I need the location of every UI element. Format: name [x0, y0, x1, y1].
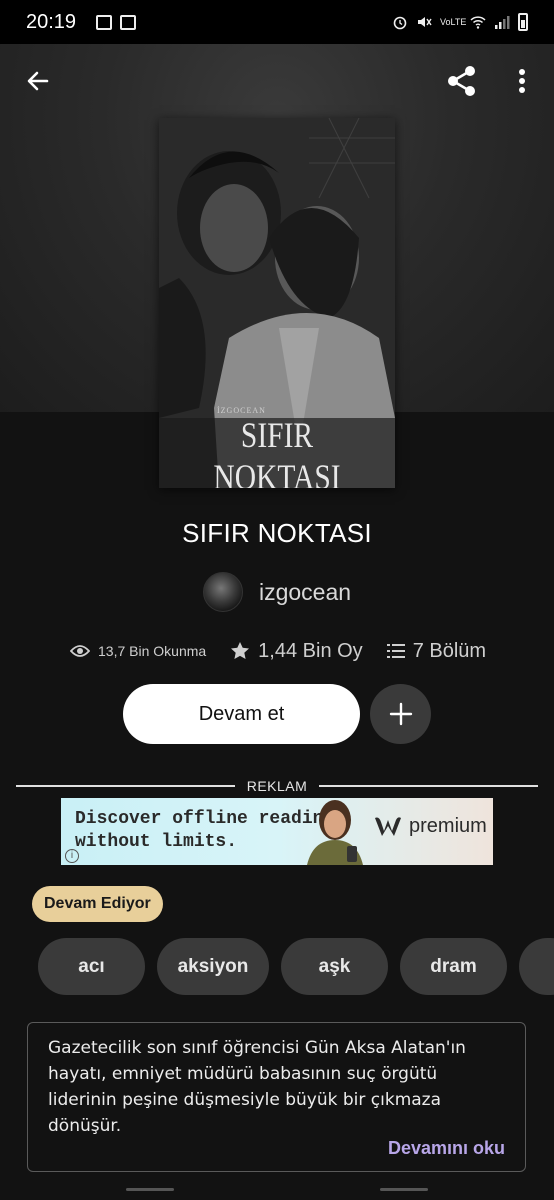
status-time: 20:19	[26, 10, 77, 33]
eye-icon	[70, 645, 90, 657]
status-bar: 20:19 VoLTE	[0, 0, 554, 44]
reads-stat: 13,7 Bin Okunma	[70, 643, 206, 659]
share-button[interactable]	[444, 63, 480, 99]
parts-stat[interactable]: 7 Bölüm	[386, 640, 486, 663]
volte-label: VoLTE	[440, 16, 467, 27]
notification-icon	[120, 14, 137, 30]
description-box: Gazetecilik son sınıf öğrencisi Gün Aksa…	[27, 1022, 526, 1172]
arrow-left-icon	[27, 71, 49, 91]
share-icon	[448, 66, 475, 96]
mute-icon	[418, 17, 432, 27]
divider-line-left	[16, 785, 235, 787]
author-name[interactable]: izgocean	[259, 579, 351, 606]
ad-banner[interactable]: Discover offline reading without limits.…	[61, 798, 493, 865]
reads-count: 13,7 Bin Okunma	[98, 643, 207, 659]
read-more-link[interactable]: Devamını oku	[388, 1138, 505, 1159]
wifi-icon	[470, 16, 486, 29]
list-icon	[386, 644, 405, 658]
tags-row: acı aksiyon aşk dram	[38, 938, 554, 996]
signal-icon	[495, 16, 510, 29]
author-row[interactable]: izgocean	[0, 572, 554, 612]
ad-brand-logo: premium	[373, 814, 487, 838]
stats-row: 13,7 Bin Okunma 1,44 Bin Oy 7 Bölüm	[70, 636, 486, 666]
ad-info-icon[interactable]: i	[65, 849, 79, 863]
star-icon	[231, 642, 250, 659]
tag-chip[interactable]: acı	[38, 938, 145, 995]
ad-person-image	[307, 800, 363, 865]
alarm-icon	[393, 16, 407, 30]
cover-title-text: SIFIR NOKTASI	[213, 415, 341, 488]
tag-chip[interactable]: dram	[400, 938, 507, 995]
votes-stat: 1,44 Bin Oy	[230, 640, 363, 663]
ad-text: Discover offline reading without limits.	[75, 808, 334, 854]
battery-icon	[518, 13, 528, 31]
gallery-icon	[96, 14, 113, 30]
ad-line-1: Discover offline reading	[75, 809, 335, 829]
book-title: SIFIR NOKTASI	[182, 518, 372, 548]
peek-bar-right	[380, 1188, 428, 1191]
ad-brand-text: premium	[409, 814, 487, 837]
tag-chip[interactable]: aksiyon	[157, 938, 269, 995]
tag-chip[interactable]: aşk	[281, 938, 388, 995]
status-badge: Devam Ediyor	[32, 886, 163, 922]
status-icons: VoLTE	[392, 13, 528, 31]
back-button[interactable]	[22, 65, 54, 97]
peek-bar-left	[126, 1188, 174, 1191]
ad-label: REKLAM	[246, 778, 308, 794]
divider-line-right	[319, 785, 539, 787]
more-options-button[interactable]	[512, 63, 532, 99]
ad-divider: REKLAM	[16, 776, 539, 796]
plus-icon	[389, 702, 412, 726]
bottom-peek	[0, 1184, 554, 1200]
wattpad-w-icon	[375, 817, 401, 836]
continue-reading-button[interactable]: Devam et	[123, 684, 360, 744]
ad-line-2: without limits.	[75, 832, 238, 852]
tag-chip-partial[interactable]	[519, 938, 554, 995]
top-bar	[0, 58, 554, 104]
description-text: Gazetecilik son sınıf öğrencisi Gün Aksa…	[48, 1038, 466, 1136]
more-vert-icon	[519, 69, 525, 93]
parts-count[interactable]: 7 Bölüm	[413, 640, 486, 663]
add-to-library-button[interactable]	[370, 684, 431, 744]
book-cover[interactable]: İZGOCEAN SIFIR NOKTASI	[159, 118, 395, 488]
author-avatar[interactable]	[202, 572, 243, 612]
votes-count: 1,44 Bin Oy	[258, 639, 363, 662]
